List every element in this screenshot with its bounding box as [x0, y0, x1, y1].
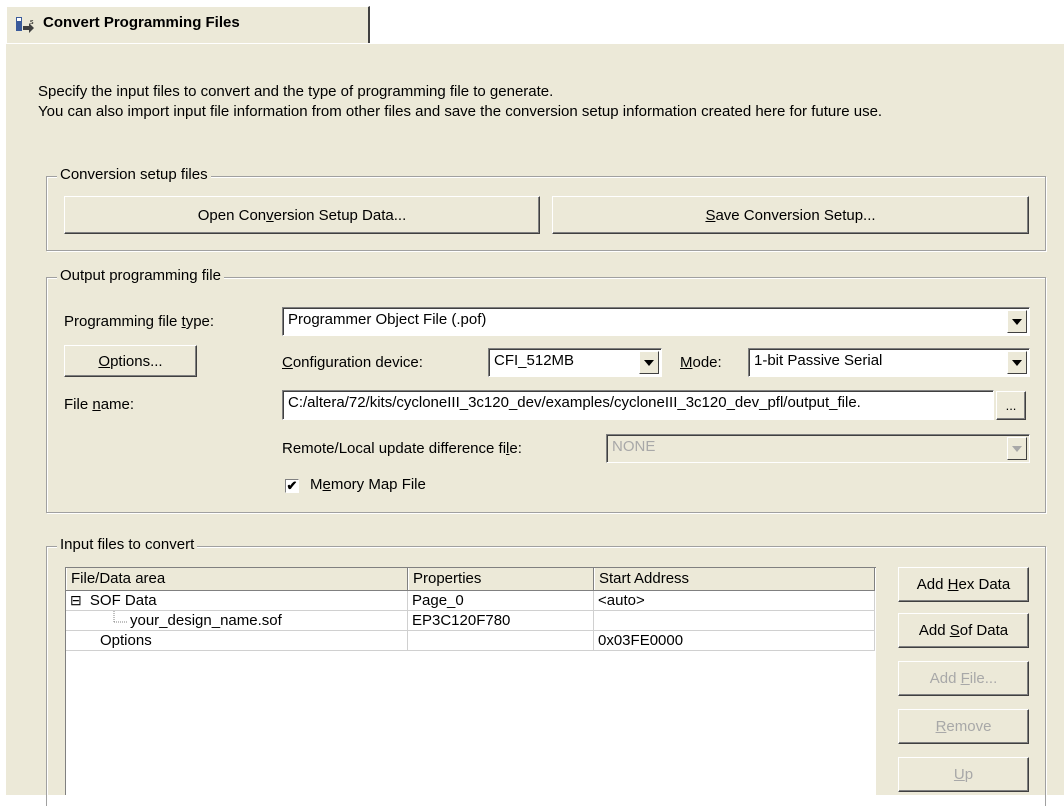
programming-file-type-value: Programmer Object File (.pof) — [288, 311, 487, 328]
tab-strip: s Convert Programming Files — [0, 0, 1064, 44]
remove-label: Remove — [935, 718, 992, 735]
column-header-start-address[interactable]: Start Address — [594, 568, 875, 590]
row-address-cell — [594, 611, 875, 631]
table-row[interactable]: your_design_name.sof EP3C120F780 — [66, 611, 875, 631]
up-button[interactable]: Up — [898, 757, 1029, 792]
remove-button[interactable]: Remove — [898, 709, 1029, 744]
chevron-down-icon — [1012, 318, 1022, 325]
chevron-down-icon — [1012, 359, 1022, 366]
programming-file-type-label: Programming file type: — [64, 313, 215, 330]
open-conversion-setup-button[interactable]: Open Conversion Setup Data... — [64, 196, 540, 234]
column-header-properties[interactable]: Properties — [408, 568, 594, 590]
row-properties-cell: Page_0 — [408, 591, 594, 611]
tab-convert-programming-files[interactable]: s Convert Programming Files — [6, 6, 370, 44]
add-sof-data-label: Add Sof Data — [918, 622, 1009, 639]
save-conversion-setup-button[interactable]: Save Conversion Setup... — [552, 196, 1029, 234]
programming-file-type-select[interactable]: Programmer Object File (.pof) — [282, 307, 1030, 336]
configuration-device-select[interactable]: CFI_512MB — [488, 348, 662, 377]
intro-line-1: Specify the input files to convert and t… — [38, 83, 554, 100]
up-label: Up — [953, 766, 974, 783]
sof-data-label: SOF Data — [89, 592, 157, 609]
add-hex-data-label: Add Hex Data — [916, 576, 1011, 593]
file-name-value: C:/altera/72/kits/cycloneIII_3c120_dev/e… — [288, 394, 861, 411]
row-properties-cell: EP3C120F780 — [408, 611, 594, 631]
table-row[interactable]: Options 0x03FE0000 — [66, 631, 875, 651]
add-file-button[interactable]: Add File... — [898, 661, 1029, 696]
file-name-label: File name: — [64, 396, 135, 413]
memory-map-checkbox[interactable]: ✔ — [285, 479, 299, 493]
add-hex-data-button[interactable]: Add Hex Data — [898, 567, 1029, 602]
sof-file-name: your_design_name.sof — [130, 612, 282, 629]
mode-label: Mode: — [680, 354, 722, 371]
file-name-input[interactable]: C:/altera/72/kits/cycloneIII_3c120_dev/e… — [282, 390, 994, 420]
options-button[interactable]: Options... — [64, 345, 197, 377]
configuration-device-label: Configuration device: — [282, 354, 423, 371]
mode-dropdown[interactable] — [1007, 351, 1027, 374]
collapse-icon[interactable]: ⊟ — [70, 592, 82, 608]
memory-map-label[interactable]: Memory Map File — [310, 476, 426, 493]
column-header-file[interactable]: File/Data area — [66, 568, 408, 590]
chevron-down-icon — [644, 359, 654, 366]
remote-local-diff-select[interactable]: NONE — [606, 434, 1030, 463]
row-properties-cell — [408, 631, 594, 651]
save-conversion-setup-label: Save Conversion Setup... — [705, 206, 876, 224]
configuration-device-dropdown[interactable] — [639, 351, 659, 374]
add-file-label: Add File... — [929, 670, 998, 687]
row-file-cell: Options — [66, 631, 408, 651]
conversion-setup-legend: Conversion setup files — [57, 166, 211, 183]
convert-files-icon: s — [16, 17, 34, 33]
row-address-cell: 0x03FE0000 — [594, 631, 875, 651]
mode-value: 1-bit Passive Serial — [754, 352, 883, 369]
browse-file-button[interactable]: ... — [996, 391, 1026, 420]
table-row[interactable]: ⊟ SOF Data Page_0 <auto> — [66, 591, 875, 611]
options-row-label: Options — [100, 632, 152, 649]
table-header: File/Data area Properties Start Address — [66, 568, 875, 591]
chevron-down-icon — [1012, 445, 1022, 452]
input-files-legend: Input files to convert — [57, 536, 198, 553]
tab-title: Convert Programming Files — [43, 14, 240, 31]
programming-file-type-dropdown[interactable] — [1007, 310, 1027, 333]
open-conversion-setup-label: Open Conversion Setup Data... — [197, 206, 407, 224]
output-programming-legend: Output programming file — [57, 267, 224, 284]
intro-text: Specify the input files to convert and t… — [38, 82, 882, 122]
mode-select[interactable]: 1-bit Passive Serial — [748, 348, 1030, 377]
row-address-cell: <auto> — [594, 591, 875, 611]
row-file-cell: your_design_name.sof — [66, 611, 408, 631]
browse-button-label: ... — [1005, 398, 1017, 413]
intro-line-2: You can also import input file informati… — [38, 103, 883, 120]
options-button-label: Options... — [98, 352, 163, 370]
svg-text:s: s — [30, 19, 34, 26]
add-sof-data-button[interactable]: Add Sof Data — [898, 613, 1029, 648]
remote-local-diff-dropdown[interactable] — [1007, 437, 1027, 460]
configuration-device-value: CFI_512MB — [494, 352, 575, 369]
row-file-cell: ⊟ SOF Data — [66, 591, 408, 611]
remote-local-diff-value: NONE — [612, 438, 656, 455]
remote-local-diff-label: Remote/Local update difference file: — [282, 440, 522, 457]
input-files-table: File/Data area Properties Start Address … — [65, 567, 876, 795]
